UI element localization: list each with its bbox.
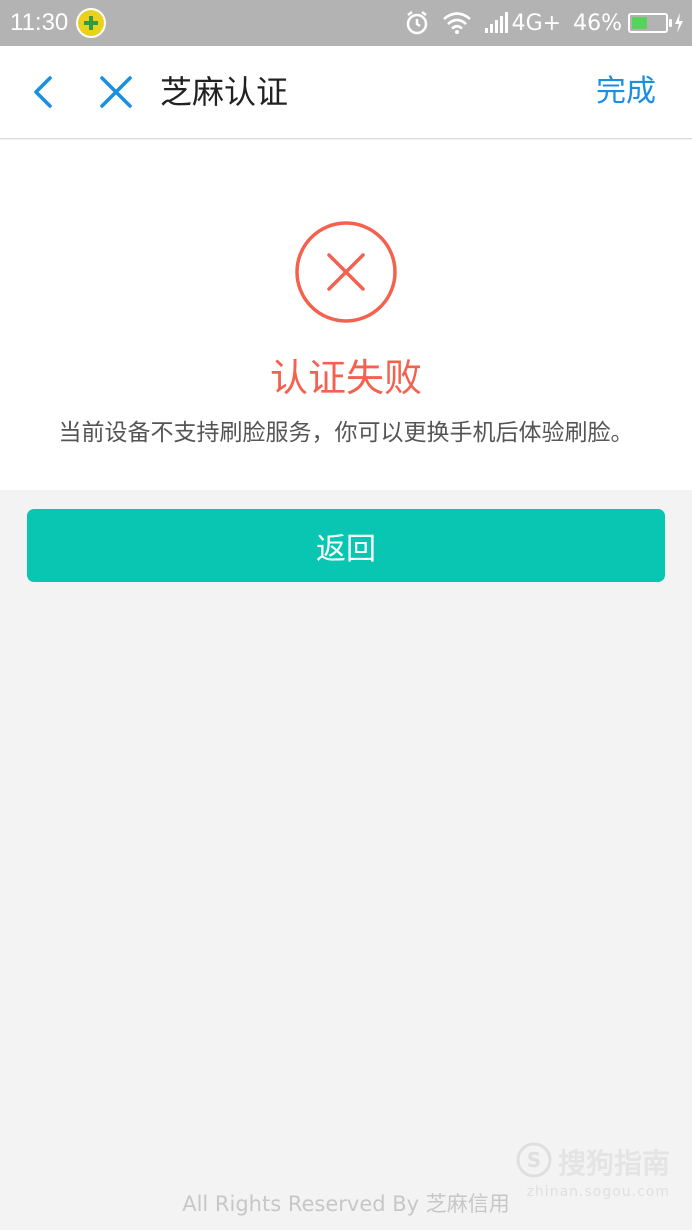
battery-group: 46% (573, 11, 684, 36)
battery-percent: 46% (573, 10, 622, 36)
done-button[interactable]: 完成 (596, 72, 656, 112)
back-button[interactable] (22, 72, 62, 112)
chevron-left-icon (34, 76, 52, 108)
return-button[interactable]: 返回 (27, 509, 665, 582)
plus-badge-icon (76, 8, 107, 38)
wifi-icon (442, 11, 472, 35)
network-type: 4G+ (511, 10, 562, 36)
error-circle-icon (294, 220, 398, 324)
svg-text:S: S (527, 1148, 541, 1172)
status-time: 11:30 (10, 9, 69, 36)
charging-icon (674, 13, 684, 33)
page-title: 芝麻认证 (160, 73, 289, 111)
sogou-logo-icon: S (516, 1142, 552, 1182)
close-button[interactable] (96, 72, 136, 112)
status-left: 11:30 (10, 8, 107, 38)
footer-copyright: All Rights Reserved By 芝麻信用 (182, 1192, 510, 1216)
result-panel: 认证失败 当前设备不支持刷脸服务，你可以更换手机后体验刷脸。 (0, 140, 692, 490)
close-icon (100, 76, 132, 108)
status-bar: 11:30 4G+ 46% (0, 0, 692, 46)
alarm-icon (404, 10, 430, 36)
status-right: 4G+ 46% (404, 10, 684, 36)
battery-fill (632, 17, 647, 29)
battery-icon (628, 13, 672, 33)
signal-icon (484, 12, 510, 34)
signal-group: 4G+ (484, 11, 561, 36)
nav-bar: 芝麻认证 完成 (0, 46, 692, 139)
result-description: 当前设备不支持刷脸服务，你可以更换手机后体验刷脸。 (58, 420, 634, 446)
watermark-brand-row: S 搜狗指南 (516, 1142, 670, 1182)
watermark-brand: 搜狗指南 (557, 1147, 670, 1180)
result-title: 认证失败 (269, 356, 422, 400)
